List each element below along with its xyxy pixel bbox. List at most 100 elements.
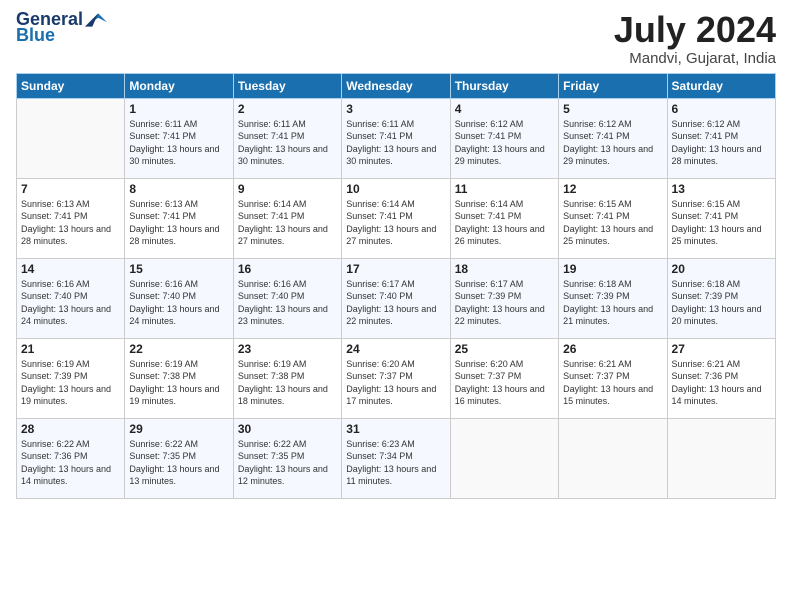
header-row: SundayMondayTuesdayWednesdayThursdayFrid… <box>17 73 776 98</box>
day-number: 11 <box>455 182 554 196</box>
day-cell: 17 Sunrise: 6:17 AMSunset: 7:40 PMDayligh… <box>342 258 450 338</box>
cell-info: Sunrise: 6:21 AMSunset: 7:36 PMDaylight:… <box>672 358 771 408</box>
calendar-table: SundayMondayTuesdayWednesdayThursdayFrid… <box>16 73 776 499</box>
day-cell: 19 Sunrise: 6:18 AMSunset: 7:39 PMDayligh… <box>559 258 667 338</box>
day-cell <box>17 98 125 178</box>
day-cell: 26 Sunrise: 6:21 AMSunset: 7:37 PMDayligh… <box>559 338 667 418</box>
cell-info: Sunrise: 6:22 AMSunset: 7:36 PMDaylight:… <box>21 438 120 488</box>
day-number: 29 <box>129 422 228 436</box>
day-cell: 10Sunrise: 6:14 AMSunset: 7:41 PMDayligh… <box>342 178 450 258</box>
cell-info: Sunrise: 6:18 AMSunset: 7:39 PMDaylight:… <box>672 278 771 328</box>
day-number: 19 <box>563 262 662 276</box>
day-number: 4 <box>455 102 554 116</box>
header-thursday: Thursday <box>450 73 558 98</box>
cell-info: Sunrise: 6:16 AMSunset: 7:40 PMDaylight:… <box>238 278 337 328</box>
day-cell: 9Sunrise: 6:14 AMSunset: 7:41 PMDaylight… <box>233 178 341 258</box>
day-number: 15 <box>129 262 228 276</box>
cell-info: Sunrise: 6:17 AMSunset: 7:39 PMDaylight:… <box>455 278 554 328</box>
day-number: 5 <box>563 102 662 116</box>
week-row-3: 21 Sunrise: 6:19 AMSunset: 7:39 PMDayligh… <box>17 338 776 418</box>
header-friday: Friday <box>559 73 667 98</box>
logo: General Blue <box>16 10 107 46</box>
week-row-2: 14 Sunrise: 6:16 AMSunset: 7:40 PMDayligh… <box>17 258 776 338</box>
day-cell: 28 Sunrise: 6:22 AMSunset: 7:36 PMDayligh… <box>17 418 125 498</box>
title-location: Mandvi, Gujarat, India <box>614 50 776 67</box>
day-number: 8 <box>129 182 228 196</box>
day-number: 24 <box>346 342 445 356</box>
day-number: 27 <box>672 342 771 356</box>
cell-info: Sunrise: 6:19 AMSunset: 7:38 PMDaylight:… <box>129 358 228 408</box>
day-cell: 22 Sunrise: 6:19 AMSunset: 7:38 PMDayligh… <box>125 338 233 418</box>
day-number: 1 <box>129 102 228 116</box>
day-cell: 16 Sunrise: 6:16 AMSunset: 7:40 PMDayligh… <box>233 258 341 338</box>
day-number: 30 <box>238 422 337 436</box>
day-cell: 24 Sunrise: 6:20 AMSunset: 7:37 PMDayligh… <box>342 338 450 418</box>
cell-info: Sunrise: 6:14 AMSunset: 7:41 PMDaylight:… <box>455 198 554 248</box>
cell-info: Sunrise: 6:19 AMSunset: 7:38 PMDaylight:… <box>238 358 337 408</box>
cell-info: Sunrise: 6:23 AMSunset: 7:34 PMDaylight:… <box>346 438 445 488</box>
cell-info: Sunrise: 6:16 AMSunset: 7:40 PMDaylight:… <box>129 278 228 328</box>
cell-info: Sunrise: 6:15 AMSunset: 7:41 PMDaylight:… <box>563 198 662 248</box>
cell-info: Sunrise: 6:16 AMSunset: 7:40 PMDaylight:… <box>21 278 120 328</box>
header-wednesday: Wednesday <box>342 73 450 98</box>
cell-info: Sunrise: 6:11 AMSunset: 7:41 PMDaylight:… <box>346 118 445 168</box>
cell-info: Sunrise: 6:11 AMSunset: 7:41 PMDaylight:… <box>129 118 228 168</box>
day-cell: 30 Sunrise: 6:22 AMSunset: 7:35 PMDayligh… <box>233 418 341 498</box>
day-cell: 13 Sunrise: 6:15 AMSunset: 7:41 PMDayligh… <box>667 178 775 258</box>
week-row-4: 28 Sunrise: 6:22 AMSunset: 7:36 PMDayligh… <box>17 418 776 498</box>
day-number: 28 <box>21 422 120 436</box>
day-cell: 31 Sunrise: 6:23 AMSunset: 7:34 PMDayligh… <box>342 418 450 498</box>
day-number: 17 <box>346 262 445 276</box>
cell-info: Sunrise: 6:14 AMSunset: 7:41 PMDaylight:… <box>346 198 445 248</box>
day-number: 6 <box>672 102 771 116</box>
day-number: 26 <box>563 342 662 356</box>
cell-info: Sunrise: 6:15 AMSunset: 7:41 PMDaylight:… <box>672 198 771 248</box>
header-tuesday: Tuesday <box>233 73 341 98</box>
header-sunday: Sunday <box>17 73 125 98</box>
cell-info: Sunrise: 6:18 AMSunset: 7:39 PMDaylight:… <box>563 278 662 328</box>
day-number: 31 <box>346 422 445 436</box>
header-saturday: Saturday <box>667 73 775 98</box>
day-cell: 23Sunrise: 6:19 AMSunset: 7:38 PMDayligh… <box>233 338 341 418</box>
day-cell: 2Sunrise: 6:11 AMSunset: 7:41 PMDaylight… <box>233 98 341 178</box>
day-cell: 4 Sunrise: 6:12 AMSunset: 7:41 PMDaylight… <box>450 98 558 178</box>
day-cell: 3 Sunrise: 6:11 AMSunset: 7:41 PMDaylight… <box>342 98 450 178</box>
day-number: 22 <box>129 342 228 356</box>
cell-info: Sunrise: 6:13 AMSunset: 7:41 PMDaylight:… <box>21 198 120 248</box>
day-cell: 12 Sunrise: 6:15 AMSunset: 7:41 PMDayligh… <box>559 178 667 258</box>
day-cell: 20 Sunrise: 6:18 AMSunset: 7:39 PMDayligh… <box>667 258 775 338</box>
day-number: 12 <box>563 182 662 196</box>
week-row-0: 1 Sunrise: 6:11 AMSunset: 7:41 PMDaylight… <box>17 98 776 178</box>
day-cell: 5 Sunrise: 6:12 AMSunset: 7:41 PMDaylight… <box>559 98 667 178</box>
cell-info: Sunrise: 6:12 AMSunset: 7:41 PMDaylight:… <box>563 118 662 168</box>
page: General Blue July 2024 Mandvi, Gujarat, … <box>0 0 792 612</box>
day-number: 21 <box>21 342 120 356</box>
cell-info: Sunrise: 6:21 AMSunset: 7:37 PMDaylight:… <box>563 358 662 408</box>
day-cell: 15 Sunrise: 6:16 AMSunset: 7:40 PMDayligh… <box>125 258 233 338</box>
cell-info: Sunrise: 6:14 AMSunset: 7:41 PMDaylight:… <box>238 198 337 248</box>
cell-info: Sunrise: 6:17 AMSunset: 7:40 PMDaylight:… <box>346 278 445 328</box>
day-cell: 18Sunrise: 6:17 AMSunset: 7:39 PMDayligh… <box>450 258 558 338</box>
day-number: 20 <box>672 262 771 276</box>
cell-info: Sunrise: 6:22 AMSunset: 7:35 PMDaylight:… <box>238 438 337 488</box>
day-number: 2 <box>238 102 337 116</box>
day-number: 13 <box>672 182 771 196</box>
logo-blue: Blue <box>16 26 55 46</box>
cell-info: Sunrise: 6:19 AMSunset: 7:39 PMDaylight:… <box>21 358 120 408</box>
day-cell: 11 Sunrise: 6:14 AMSunset: 7:41 PMDayligh… <box>450 178 558 258</box>
cell-info: Sunrise: 6:20 AMSunset: 7:37 PMDaylight:… <box>346 358 445 408</box>
cell-info: Sunrise: 6:12 AMSunset: 7:41 PMDaylight:… <box>672 118 771 168</box>
day-number: 25 <box>455 342 554 356</box>
day-number: 14 <box>21 262 120 276</box>
title-block: July 2024 Mandvi, Gujarat, India <box>614 10 776 67</box>
cell-info: Sunrise: 6:12 AMSunset: 7:41 PMDaylight:… <box>455 118 554 168</box>
logo-icon <box>85 13 107 27</box>
week-row-1: 7 Sunrise: 6:13 AMSunset: 7:41 PMDaylight… <box>17 178 776 258</box>
day-number: 7 <box>21 182 120 196</box>
day-cell <box>450 418 558 498</box>
day-number: 3 <box>346 102 445 116</box>
day-cell: 6 Sunrise: 6:12 AMSunset: 7:41 PMDaylight… <box>667 98 775 178</box>
day-cell <box>667 418 775 498</box>
header: General Blue July 2024 Mandvi, Gujarat, … <box>16 10 776 67</box>
day-number: 16 <box>238 262 337 276</box>
